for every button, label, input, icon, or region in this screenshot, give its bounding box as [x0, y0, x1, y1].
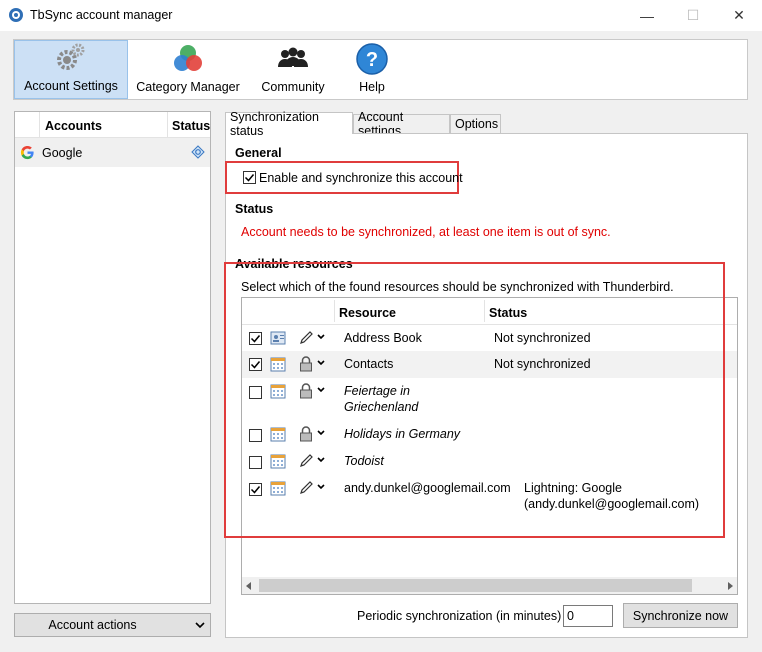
maximize-icon: ☐	[686, 7, 700, 23]
community-label: Community	[261, 80, 325, 94]
sync-status-icon	[191, 145, 205, 159]
check-icon	[244, 174, 255, 182]
toolbar: Account Settings Category Manager Commun…	[13, 39, 748, 100]
window-title: TbSync account manager	[30, 8, 173, 22]
help-label: Help	[359, 80, 385, 94]
account-actions-button[interactable]: Account actions	[14, 613, 211, 637]
help-icon: ?	[356, 43, 388, 75]
highlight-resources	[224, 262, 725, 538]
close-button[interactable]: ✕	[716, 0, 762, 31]
svg-text:?: ?	[366, 49, 378, 71]
category-manager-button[interactable]: Category Manager	[132, 40, 244, 99]
scroll-right-icon[interactable]	[727, 582, 733, 590]
periodic-sync-input[interactable]	[563, 605, 613, 627]
tab-options[interactable]: Options	[450, 114, 501, 133]
accounts-column-header[interactable]: Accounts	[45, 119, 102, 133]
category-circles-icon	[174, 45, 202, 71]
community-button[interactable]: Community	[250, 40, 336, 99]
google-icon	[20, 145, 34, 160]
chevron-down-icon	[195, 622, 205, 629]
account-actions-label: Account actions	[48, 618, 137, 632]
enable-sync-label[interactable]: Enable and synchronize this account	[259, 171, 463, 185]
scroll-left-icon[interactable]	[246, 582, 252, 590]
category-manager-label: Category Manager	[136, 80, 240, 94]
help-button[interactable]: ? Help	[342, 40, 402, 99]
minimize-button[interactable]: —	[624, 0, 670, 31]
minimize-icon: —	[640, 7, 654, 24]
gears-icon	[57, 43, 85, 70]
status-message: Account needs to be synchronized, at lea…	[241, 225, 611, 239]
maximize-button[interactable]: ☐	[670, 0, 716, 31]
status-column-header[interactable]: Status	[172, 119, 210, 133]
account-row-google[interactable]: Google	[15, 138, 210, 167]
horizontal-scrollbar[interactable]	[242, 577, 737, 594]
general-heading: General	[235, 146, 282, 160]
people-icon	[278, 47, 308, 67]
status-heading: Status	[235, 202, 274, 216]
tab-account-settings[interactable]: Account settings	[353, 110, 450, 138]
account-name: Google	[42, 146, 83, 160]
account-settings-label: Account Settings	[24, 79, 118, 93]
close-icon: ✕	[733, 7, 745, 23]
accounts-list[interactable]: Accounts Status Google	[14, 111, 211, 604]
app-icon	[9, 8, 23, 22]
periodic-sync-label: Periodic synchronization (in minutes)	[357, 609, 562, 623]
scrollbar-thumb[interactable]	[259, 579, 692, 592]
title-bar: TbSync account manager — ☐ ✕	[0, 0, 762, 31]
tab-synchronization-status[interactable]: Synchronization status	[225, 110, 353, 138]
account-settings-button[interactable]: Account Settings	[14, 40, 128, 99]
enable-sync-checkbox[interactable]	[243, 171, 256, 184]
synchronize-now-button[interactable]: Synchronize now	[623, 603, 738, 628]
